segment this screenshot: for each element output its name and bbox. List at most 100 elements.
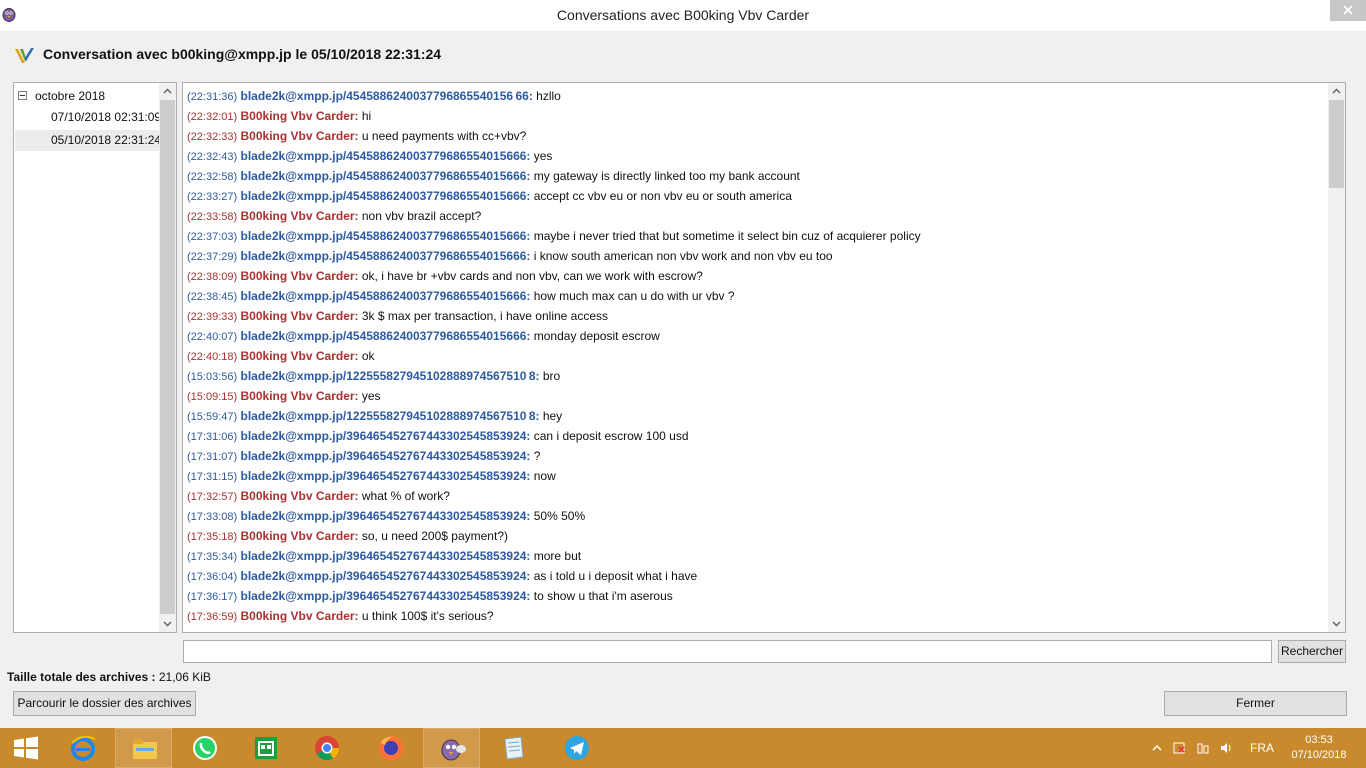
message-sender: blade2k@xmpp.jp/396465452767443302545853… — [240, 509, 531, 523]
folder-icon — [133, 739, 157, 759]
message-sender: B00king Vbv Carder: — [240, 529, 359, 543]
message-timestamp: (22:38:09) — [187, 271, 238, 283]
message-list: (22:31:36) blade2k@xmpp.jp/4545886240037… — [187, 86, 1327, 626]
message-row: (22:32:01) B00king Vbv Carder: hi — [187, 106, 1327, 126]
taskbar-chrome[interactable] — [298, 728, 355, 768]
taskbar-file-explorer[interactable] — [115, 728, 172, 768]
system-clock[interactable]: 03:53 07/10/2018 — [1286, 733, 1352, 763]
message-row: (15:59:47) blade2k@xmpp.jp/1225558279451… — [187, 406, 1327, 426]
message-sender: blade2k@xmpp.jp/396465452767443302545853… — [240, 469, 531, 483]
firefox-icon — [379, 736, 403, 760]
message-text: 3k $ max per transaction, i have online … — [358, 309, 609, 323]
message-row: (17:35:34) blade2k@xmpp.jp/3964654527674… — [187, 546, 1327, 566]
message-timestamp: (17:35:34) — [187, 551, 238, 563]
close-icon — [1343, 5, 1353, 15]
message-timestamp: (22:39:33) — [187, 311, 238, 323]
message-text: u think 100$ it's serious? — [358, 609, 494, 623]
taskbar-pidgin[interactable] — [423, 728, 480, 768]
message-sender: B00king Vbv Carder: — [240, 389, 359, 403]
conversation-scrollbar[interactable] — [1328, 83, 1345, 632]
taskbar-telegram[interactable] — [548, 728, 605, 768]
message-row: (22:31:36) blade2k@xmpp.jp/4545886240037… — [187, 86, 1327, 106]
search-button[interactable]: Rechercher — [1278, 640, 1346, 663]
conversation-scrollbar-thumb[interactable] — [1329, 100, 1344, 188]
message-text: u need payments with cc+vbv? — [358, 129, 527, 143]
message-timestamp: (22:40:07) — [187, 331, 238, 343]
message-sender: B00king Vbv Carder: — [240, 109, 359, 123]
message-timestamp: (22:32:43) — [187, 151, 238, 163]
window-close-button[interactable] — [1330, 0, 1366, 21]
chrome-icon — [315, 736, 339, 761]
message-row: (22:37:29) blade2k@xmpp.jp/4545886240037… — [187, 246, 1327, 266]
taskbar-whatsapp[interactable] — [176, 728, 233, 768]
conversation-log[interactable]: (22:31:36) blade2k@xmpp.jp/4545886240037… — [182, 82, 1346, 633]
message-timestamp: (17:36:04) — [187, 571, 238, 583]
store-icon — [255, 737, 277, 759]
tree-node-month[interactable]: octobre 2018 — [18, 89, 105, 105]
message-text: yes — [530, 149, 553, 163]
tree-item-conversation-2[interactable]: 05/10/2018 22:31:24 — [15, 130, 161, 151]
message-timestamp: (22:33:58) — [187, 211, 238, 223]
tree-scrollbar-thumb[interactable] — [160, 100, 175, 614]
message-timestamp: (22:38:45) — [187, 291, 238, 303]
taskbar-internet-explorer[interactable] — [54, 728, 111, 768]
message-row: (17:36:17) blade2k@xmpp.jp/3964654527674… — [187, 586, 1327, 606]
message-timestamp: (15:59:47) — [187, 411, 238, 423]
message-row: (17:36:04) blade2k@xmpp.jp/3964654527674… — [187, 566, 1327, 586]
notepad-icon — [504, 736, 524, 760]
tree-node-month-label: octobre 2018 — [35, 89, 106, 103]
message-row: (22:40:18) B00king Vbv Carder: ok — [187, 346, 1327, 366]
message-sender: blade2k@xmpp.jp/454588624003779686554015… — [240, 149, 531, 163]
collapse-icon[interactable] — [18, 91, 27, 101]
taskbar-firefox[interactable] — [362, 728, 419, 768]
message-text: more but — [530, 549, 582, 563]
message-sender: B00king Vbv Carder: — [240, 349, 359, 363]
scroll-up-icon[interactable] — [162, 86, 173, 97]
start-button[interactable] — [0, 728, 57, 768]
conversation-log-icon — [15, 48, 34, 63]
message-row: (22:33:58) B00king Vbv Carder: non vbv b… — [187, 206, 1327, 226]
message-timestamp: (17:31:07) — [187, 451, 238, 463]
message-row: (22:38:45) blade2k@xmpp.jp/4545886240037… — [187, 286, 1327, 306]
message-text: ok, i have br +vbv cards and non vbv, ca… — [358, 269, 703, 283]
tree-item-conversation-1[interactable]: 07/10/2018 02:31:09 — [15, 107, 161, 128]
internet-explorer-icon — [71, 735, 96, 761]
taskbar-notepad[interactable] — [484, 728, 541, 768]
action-center-icon[interactable] — [1172, 741, 1186, 755]
clock-date: 07/10/2018 — [1291, 749, 1347, 761]
tree-scrollbar[interactable] — [159, 83, 176, 632]
network-icon[interactable] — [1196, 741, 1210, 755]
message-row: (17:31:07) blade2k@xmpp.jp/3964654527674… — [187, 446, 1327, 466]
message-row: (17:31:06) blade2k@xmpp.jp/3964654527674… — [187, 426, 1327, 446]
message-sender: B00king Vbv Carder: — [240, 209, 359, 223]
message-text: accept cc vbv eu or non vbv eu or south … — [530, 189, 792, 203]
search-input[interactable] — [183, 640, 1272, 663]
message-sender: blade2k@xmpp.jp/396465452767443302545853… — [240, 429, 531, 443]
message-row: (17:31:15) blade2k@xmpp.jp/3964654527674… — [187, 466, 1327, 486]
message-text: ? — [530, 449, 541, 463]
message-sender: blade2k@xmpp.jp/122555827945102888974567… — [240, 369, 540, 383]
message-sender: blade2k@xmpp.jp/122555827945102888974567… — [240, 409, 540, 423]
message-timestamp: (17:31:06) — [187, 431, 238, 443]
browse-archive-folder-button[interactable]: Parcourir le dossier des archives — [13, 691, 196, 716]
input-language[interactable]: FRA — [1250, 741, 1274, 755]
archive-date-tree[interactable]: octobre 2018 07/10/2018 02:31:09 05/10/2… — [13, 82, 177, 633]
message-row: (22:32:33) B00king Vbv Carder: u need pa… — [187, 126, 1327, 146]
message-sender: blade2k@xmpp.jp/454588624003779686554015… — [240, 89, 533, 103]
message-timestamp: (22:40:18) — [187, 351, 238, 363]
message-timestamp: (17:33:08) — [187, 511, 238, 523]
scroll-up-icon[interactable] — [1331, 86, 1342, 97]
message-text: as i told u i deposit what i have — [530, 569, 698, 583]
message-timestamp: (22:31:36) — [187, 91, 238, 103]
show-hidden-icons-icon[interactable] — [1150, 741, 1164, 755]
scroll-down-icon[interactable] — [162, 618, 173, 629]
message-text: hi — [358, 109, 372, 123]
message-sender: blade2k@xmpp.jp/454588624003779686554015… — [240, 249, 531, 263]
close-button[interactable]: Fermer — [1164, 691, 1347, 716]
taskbar-store[interactable] — [237, 728, 294, 768]
message-text: bro — [539, 369, 561, 383]
conversation-title: Conversation avec b00king@xmpp.jp le 05/… — [43, 46, 442, 62]
archive-size-caption: Taille totale des archives : — [7, 670, 156, 684]
volume-icon[interactable] — [1219, 741, 1233, 755]
scroll-down-icon[interactable] — [1331, 618, 1342, 629]
